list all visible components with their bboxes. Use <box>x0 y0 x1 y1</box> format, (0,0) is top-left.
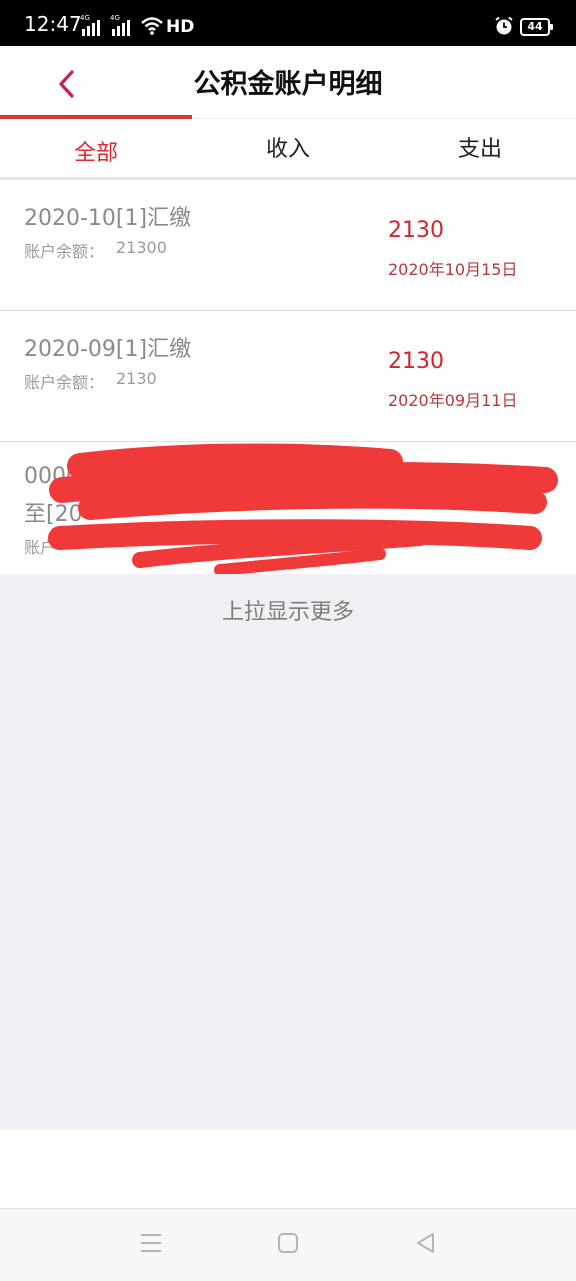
record-date: 2020年09月11日 <box>388 391 518 410</box>
home-icon[interactable] <box>277 1231 299 1255</box>
tab-income[interactable]: 收入 <box>192 119 384 177</box>
battery-icon: 44 <box>520 18 553 36</box>
alarm-icon <box>495 16 513 35</box>
network-type-label-2: 4G <box>110 14 120 22</box>
list-item[interactable]: 2020-10[1]汇缴 账户余额： 21300 2130 2020年10月15… <box>0 180 576 311</box>
load-more-hint: 上拉显示更多 <box>221 600 354 625</box>
back-nav-icon[interactable] <box>414 1231 436 1255</box>
hd-label: HD <box>166 17 195 37</box>
record-amount: 2130 <box>388 349 444 374</box>
list-item[interactable]: 2020-09[1]汇缴 账户余额： 2130 2130 2020年09月11日 <box>0 311 576 442</box>
balance-label: 账户余额： <box>24 373 105 392</box>
balance-value: 21300 <box>116 238 167 257</box>
tab-all[interactable]: 全部 <box>0 119 192 177</box>
balance-label: 账户余额： <box>24 242 105 261</box>
record-list: 2020-10[1]汇缴 账户余额： 21300 2130 2020年10月15… <box>0 180 576 575</box>
status-bar: 12:47 4G 4G HD 44 <box>0 0 576 46</box>
record-amount: 2130 <box>388 218 444 243</box>
tab-expense[interactable]: 支出 <box>384 119 576 177</box>
redaction-scribble <box>48 443 558 575</box>
page-title: 公积金账户明细 <box>193 69 383 100</box>
record-title: 2020-10[1]汇缴 <box>24 206 192 231</box>
wifi-icon <box>141 17 163 35</box>
record-title: 2020-09[1]汇缴 <box>24 337 192 362</box>
network-type-label: 4G <box>80 14 90 22</box>
menu-icon[interactable] <box>140 1231 162 1255</box>
status-time: 12:47 <box>24 12 82 36</box>
app-header: 公积金账户明细 <box>0 46 576 118</box>
load-more-area: 上拉显示更多 <box>0 574 576 1130</box>
system-nav-bar <box>0 1208 576 1281</box>
list-item-redacted[interactable]: 0000 至[20 账户 11日 <box>0 442 576 575</box>
tab-bar: 全部 收入 支出 <box>0 119 576 180</box>
balance-value: 2130 <box>116 369 157 388</box>
record-date: 2020年10月15日 <box>388 260 518 279</box>
